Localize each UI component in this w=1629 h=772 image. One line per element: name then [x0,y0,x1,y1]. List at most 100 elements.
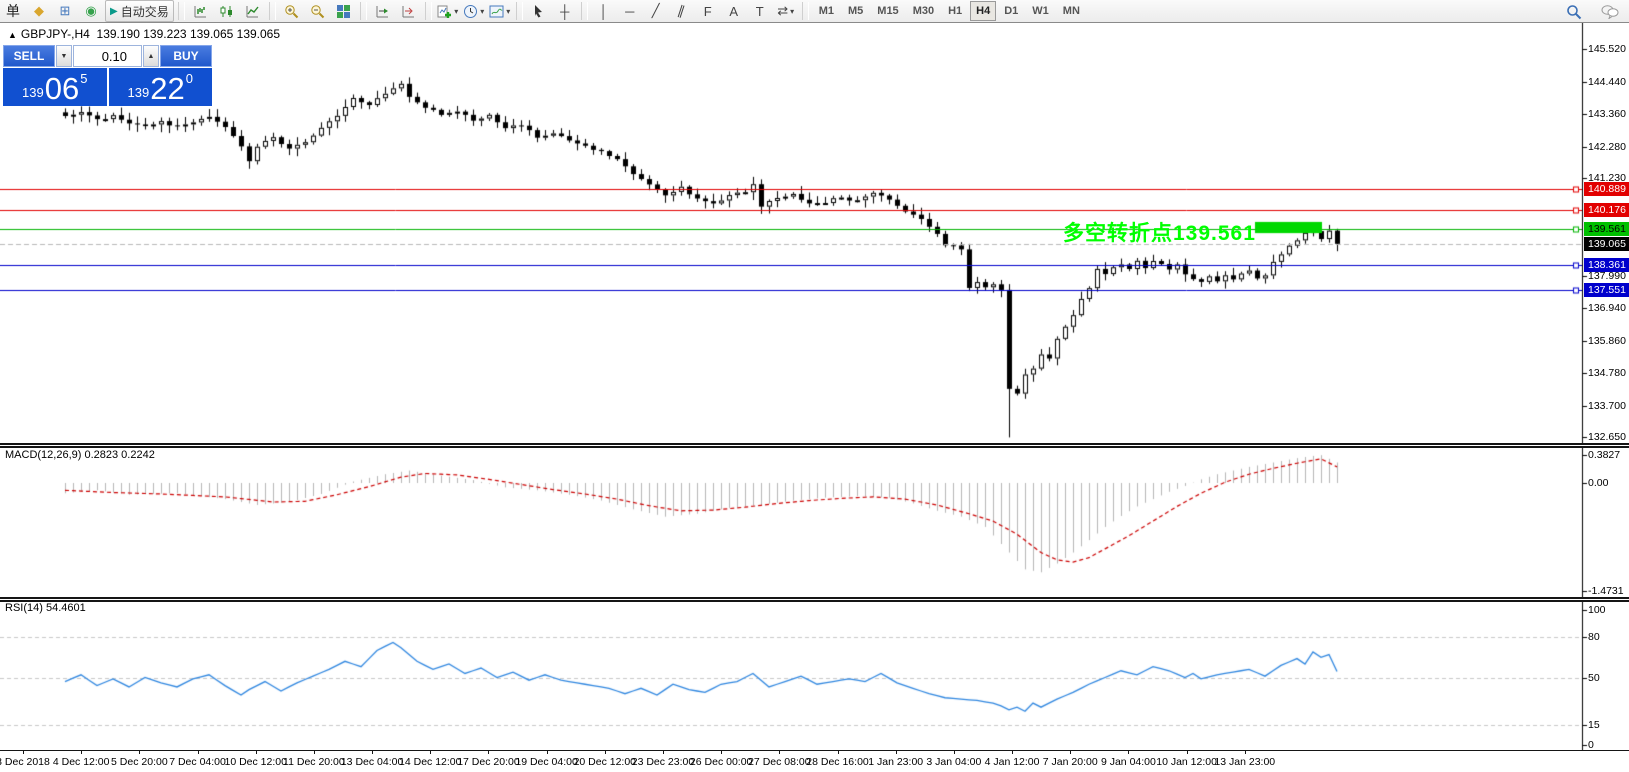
macd-axis-tick: 0.3827 [1588,449,1620,461]
fibonacci-icon[interactable]: F [696,0,720,22]
autotrading-button[interactable]: ▶自动交易 [105,0,174,22]
chart-text-annotation: 多空转折点139.561 [1063,217,1256,247]
time-axis-tick [81,751,82,754]
buy-price-prefix: 139 [128,85,150,100]
buy-price-big: 22 [150,74,184,104]
candlestick-chart-icon[interactable] [215,0,239,22]
time-axis-tick [954,751,955,754]
time-axis-label: 14 Dec 12:00 [399,756,461,768]
timeframe-button-m15[interactable]: M15 [871,1,904,21]
sell-price-display[interactable]: 139065 [3,68,107,106]
label-icon[interactable]: T [748,0,772,22]
price-tag-138.361: 138.361 [1584,258,1629,272]
new-order-icon[interactable]: 单 [1,0,25,22]
volume-increase-button[interactable]: ▲ [143,45,159,67]
toolbar-separator [516,2,523,20]
price-axis-tick: 133.700 [1588,400,1626,412]
search-icon[interactable] [1562,1,1586,23]
rsi-axis-tick: 15 [1588,719,1600,731]
zoom-out-icon[interactable] [306,0,330,22]
time-axis-label: 13 Dec 04:00 [341,756,403,768]
buy-button[interactable]: BUY [160,45,212,67]
timeframe-button-m1[interactable]: M1 [813,1,840,21]
rsi-indicator-canvas[interactable] [0,602,1629,750]
rsi-indicator-label: RSI(14) 54.4601 [5,602,86,614]
timeframe-button-h1[interactable]: H1 [942,1,968,21]
rsi-axis-tick: 0 [1588,739,1594,751]
dropdown-caret-icon[interactable]: ▾ [790,7,794,16]
time-axis-tick [547,751,548,754]
time-axis-tick [256,751,257,754]
sell-button[interactable]: SELL [3,45,55,67]
time-axis-label: 10 Jan 12:00 [1156,756,1217,768]
vertical-line-icon[interactable]: │ [592,0,616,22]
indicators-icon[interactable]: ▾ [436,0,460,22]
time-axis-label: 17 Dec 20:00 [457,756,519,768]
dropdown-caret-icon[interactable]: ▾ [506,7,510,16]
time-axis-label: 3 Dec 2018 [0,756,50,768]
time-axis-tick [896,751,897,754]
buy-price-sup: 0 [186,71,193,86]
periods-icon[interactable]: ▾ [462,0,486,22]
price-tag-140.176: 140.176 [1584,203,1629,217]
timeframe-button-d1[interactable]: D1 [998,1,1024,21]
tile-windows-icon[interactable] [332,0,356,22]
market-watch-icon[interactable]: ⊞ [53,0,77,22]
chart-profile-icon[interactable]: ◆ [27,0,51,22]
time-axis-tick [663,751,664,754]
time-axis-tick [721,751,722,754]
timeframe-button-w1[interactable]: W1 [1026,1,1055,21]
timeframe-button-mn[interactable]: MN [1057,1,1086,21]
chart-shift-icon[interactable] [397,0,421,22]
chat-icon[interactable] [1598,1,1622,23]
time-axis-tick [198,751,199,754]
time-axis-tick [779,751,780,754]
time-axis-tick [1128,751,1129,754]
volume-decrease-button[interactable]: ▼ [56,45,72,67]
cursor-icon[interactable] [527,0,551,22]
time-axis-label: 3 Jan 04:00 [926,756,981,768]
sell-price-sup: 5 [80,71,87,86]
one-click-trading-panel: SELL ▼ 0.10 ▲ BUY 139065 139220 [3,45,212,106]
text-icon[interactable]: A [722,0,746,22]
line-chart-icon[interactable] [241,0,265,22]
time-axis-label: 20 Dec 12:00 [574,756,636,768]
macd-indicator-canvas[interactable] [0,448,1629,597]
crosshair-icon[interactable]: ┼ [553,0,577,22]
chart-title: ▲GBPJPY-,H4 139.190 139.223 139.065 139.… [8,27,280,41]
time-axis-label: 9 Jan 04:00 [1101,756,1156,768]
time-axis-tick [1012,751,1013,754]
chart-marker-icon: ▲ [8,30,17,40]
dropdown-caret-icon[interactable]: ▾ [480,7,484,16]
templates-icon[interactable]: ▾ [488,0,512,22]
horizontal-line-icon[interactable]: ─ [618,0,642,22]
channel-icon[interactable]: ∥ [670,0,694,22]
time-axis-tick [430,751,431,754]
toolbar-right-group [1561,0,1623,23]
bar-chart-icon[interactable] [189,0,213,22]
dropdown-caret-icon[interactable]: ▾ [454,7,458,16]
time-axis-tick [488,751,489,754]
time-axis-tick [605,751,606,754]
time-axis-label: 5 Dec 20:00 [111,756,168,768]
time-axis[interactable]: 3 Dec 20184 Dec 12:005 Dec 20:007 Dec 04… [0,750,1629,772]
signals-icon[interactable]: ◉ [79,0,103,22]
main-chart-canvas[interactable] [0,23,1629,443]
buy-price-display[interactable]: 139220 [109,68,213,106]
arrows-icon[interactable]: ⇄▾ [774,0,798,22]
toolbar-separator [802,2,809,20]
time-axis-label: 27 Dec 08:00 [748,756,810,768]
time-axis-label: 10 Dec 12:00 [224,756,286,768]
auto-scroll-icon[interactable] [371,0,395,22]
time-axis-tick [372,751,373,754]
sell-price-prefix: 139 [22,85,44,100]
time-axis-tick [139,751,140,754]
volume-input[interactable]: 0.10 [73,45,142,67]
time-axis-tick [23,751,24,754]
time-axis-tick [1187,751,1188,754]
timeframe-button-m30[interactable]: M30 [907,1,940,21]
zoom-in-icon[interactable] [280,0,304,22]
trendline-icon[interactable]: ╱ [644,0,668,22]
timeframe-button-h4[interactable]: H4 [970,1,996,21]
timeframe-button-m5[interactable]: M5 [842,1,869,21]
